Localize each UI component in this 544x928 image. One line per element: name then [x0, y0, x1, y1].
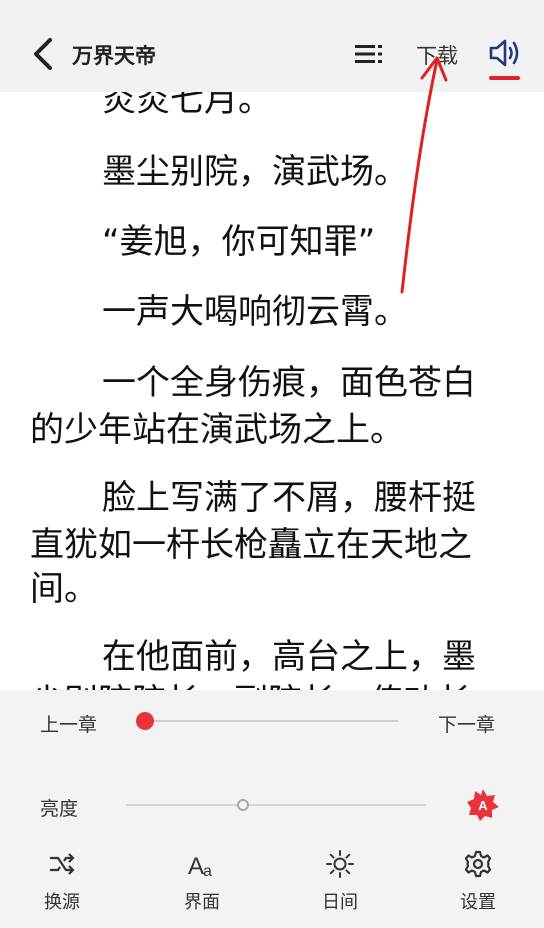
paragraph-continuation: 的少年站在演武场之上。 — [30, 410, 404, 450]
prev-chapter-button[interactable]: 上一章 — [40, 710, 97, 737]
gear-icon — [464, 850, 492, 878]
chapter-progress-thumb[interactable] — [136, 712, 155, 730]
shuffle-icon — [50, 853, 75, 875]
brightness-slider[interactable] — [126, 804, 426, 806]
interface-button[interactable]: A a 界面 — [162, 848, 242, 914]
top-bar: 万界天帝 下载 — [0, 0, 544, 92]
interface-label: 界面 — [184, 892, 220, 913]
book-title: 万界天帝 — [72, 44, 156, 68]
paragraph: 炎炎七月。 — [102, 92, 272, 120]
auto-brightness-icon[interactable]: A — [466, 788, 500, 822]
active-indicator — [489, 76, 520, 80]
paragraph-continuation: 间。 — [30, 569, 98, 609]
brightness-thumb[interactable] — [237, 799, 249, 811]
change-source-label: 换源 — [44, 892, 80, 913]
chapter-progress-slider[interactable] — [140, 720, 398, 722]
svg-text:A: A — [188, 853, 204, 880]
paragraph: 墨尘别院，演武场。 — [102, 152, 408, 192]
table-of-contents-icon[interactable] — [353, 42, 385, 66]
next-chapter-button[interactable]: 下一章 — [438, 710, 495, 737]
download-button[interactable]: 下载 — [416, 40, 458, 70]
brightness-label: 亮度 — [40, 798, 79, 820]
speaker-read-aloud-icon[interactable] — [488, 36, 520, 70]
paragraph: 一个全身伤痕，面色苍白 — [102, 363, 476, 403]
paragraph-continuation: 尘别院院长、副院长、传功长 — [30, 678, 520, 690]
paragraph: 脸上写满了不屑，腰杆挺 — [102, 478, 476, 518]
paragraph: 一声大喝响彻云霄。 — [102, 292, 408, 332]
reader-control-panel: 上一章 下一章 亮度 A 换源 A a 界面 日间 设置 — [0, 690, 544, 928]
paragraph: 在他面前，高台之上，墨 — [102, 637, 476, 677]
reading-content[interactable]: 炎炎七月。 墨尘别院，演武场。 “姜旭，你可知罪” 一声大喝响彻云霄。 一个全身… — [0, 92, 544, 690]
svg-text:A: A — [478, 798, 488, 813]
paragraph-continuation: 直犹如一杆长枪矗立在天地之 — [30, 525, 472, 565]
sun-icon — [326, 850, 354, 878]
settings-button[interactable]: 设置 — [438, 848, 518, 914]
change-source-button[interactable]: 换源 — [22, 848, 102, 914]
day-mode-button[interactable]: 日间 — [300, 848, 380, 914]
paragraph: “姜旭，你可知罪” — [102, 222, 376, 262]
font-aa-icon: A a — [188, 853, 212, 880]
settings-label: 设置 — [460, 892, 496, 913]
svg-text:a: a — [203, 863, 212, 880]
day-mode-label: 日间 — [322, 892, 358, 913]
back-arrow-icon[interactable] — [28, 36, 60, 72]
